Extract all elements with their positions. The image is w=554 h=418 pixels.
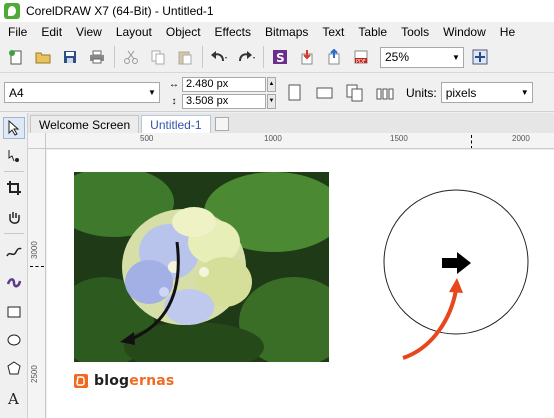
menu-text[interactable]: Text <box>314 25 350 39</box>
toolbox: A <box>0 113 28 418</box>
ruler-label: 1500 <box>390 134 408 143</box>
tab-welcome-screen[interactable]: Welcome Screen <box>30 115 140 133</box>
page-width-icon: ↔ <box>169 78 179 90</box>
import-icon[interactable] <box>296 46 318 68</box>
new-tab-icon[interactable] <box>214 117 229 131</box>
rectangle-tool-icon[interactable] <box>3 301 25 323</box>
polygon-tool-icon[interactable] <box>3 357 25 379</box>
toolbox-separator <box>4 233 24 234</box>
redo-icon[interactable] <box>235 46 257 68</box>
window-title: CorelDRAW X7 (64-Bit) - Untitled-1 <box>26 4 214 18</box>
property-bar: A4 ▼ ↔ 2.480 px ▲ ↕ 3.508 px ▼ Units: pi… <box>0 74 554 112</box>
svg-text:A: A <box>7 390 19 406</box>
menu-layout[interactable]: Layout <box>108 25 158 39</box>
height-spinner[interactable]: ▼ <box>267 93 276 109</box>
save-icon[interactable] <box>59 46 81 68</box>
menu-edit[interactable]: Edit <box>33 25 68 39</box>
export-pdf-icon[interactable]: PDF <box>350 46 372 68</box>
ruler-origin-icon[interactable] <box>28 133 46 149</box>
title-bar: CorelDRAW X7 (64-Bit) - Untitled-1 <box>0 0 554 22</box>
page-height-icon: ↕ <box>171 95 177 107</box>
orange-arrowhead <box>449 278 463 293</box>
page-width-field[interactable]: 2.480 px <box>182 76 266 92</box>
menu-tools[interactable]: Tools <box>393 25 435 39</box>
paste-icon[interactable] <box>174 46 196 68</box>
ruler-label: 2500 <box>30 365 39 383</box>
toolbar-separator <box>263 46 264 68</box>
toolbox-separator <box>4 171 24 172</box>
svg-text:S: S <box>276 51 285 65</box>
drawing-canvas[interactable]: blogernas <box>47 150 554 418</box>
open-folder-icon[interactable] <box>32 46 54 68</box>
page-size-value: A4 <box>9 85 24 100</box>
zoom-level-value: 25% <box>385 50 410 64</box>
full-screen-preview-icon[interactable] <box>469 46 491 68</box>
print-icon[interactable] <box>86 46 108 68</box>
menu-effects[interactable]: Effects <box>207 25 257 39</box>
menu-file[interactable]: File <box>0 25 33 39</box>
width-spinner[interactable]: ▲ <box>267 76 276 92</box>
ruler-cursor-marker <box>30 266 44 267</box>
ruler-label: 1000 <box>264 134 282 143</box>
cut-icon[interactable] <box>120 46 142 68</box>
export-icon[interactable] <box>323 46 345 68</box>
menu-object[interactable]: Object <box>158 25 207 39</box>
artistic-media-icon[interactable] <box>3 271 25 293</box>
shape-tool-icon[interactable] <box>3 145 25 167</box>
pick-tool-icon[interactable] <box>3 117 25 139</box>
menu-window[interactable]: Window <box>435 25 492 39</box>
ruler-label: 3000 <box>30 241 39 259</box>
crop-tool-icon[interactable] <box>3 177 25 199</box>
horizontal-ruler[interactable]: 500 1000 1500 2000 <box>46 133 554 149</box>
coreldraw-app-icon[interactable] <box>4 3 20 19</box>
document-tabs: Welcome Screen Untitled-1 <box>28 113 554 133</box>
units-label: Units: <box>406 85 437 100</box>
annotation-shapes <box>383 189 529 360</box>
standard-toolbar: S PDF 25% ▼ <box>0 42 554 73</box>
units-select[interactable]: pixels ▼ <box>440 82 533 103</box>
menu-help[interactable]: He <box>492 25 521 39</box>
chevron-down-icon[interactable]: ▼ <box>518 88 532 97</box>
ruler-cursor-marker <box>471 135 472 148</box>
page-size-select[interactable]: A4 ▼ <box>4 82 160 103</box>
chevron-down-icon[interactable]: ▼ <box>449 48 463 67</box>
undo-icon[interactable] <box>208 46 230 68</box>
portrait-icon[interactable] <box>284 82 306 104</box>
units-value: pixels <box>445 85 477 100</box>
page-height-field[interactable]: 3.508 px <box>182 93 266 109</box>
landscape-icon[interactable] <box>314 82 336 104</box>
current-page-icon[interactable] <box>374 82 396 104</box>
copy-icon[interactable] <box>147 46 169 68</box>
toolbar-separator <box>114 46 115 68</box>
corel-connect-icon[interactable]: S <box>269 46 291 68</box>
pan-hand-icon[interactable] <box>3 207 25 229</box>
menu-bar: File Edit View Layout Object Effects Bit… <box>0 22 554 42</box>
new-document-icon[interactable] <box>5 46 27 68</box>
vertical-ruler[interactable]: 3000 2500 <box>28 149 46 418</box>
orange-curve-arrow[interactable] <box>402 289 458 360</box>
zoom-level-select[interactable]: 25% ▼ <box>380 46 464 68</box>
svg-text:PDF: PDF <box>356 59 366 65</box>
black-arrow-shape[interactable] <box>442 252 471 274</box>
menu-view[interactable]: View <box>68 25 108 39</box>
chevron-down-icon[interactable]: ▼ <box>145 88 159 97</box>
page-dimensions: ↔ 2.480 px ▲ ↕ 3.508 px ▼ <box>168 76 276 109</box>
tab-untitled-1[interactable]: Untitled-1 <box>141 115 211 133</box>
toolbar-separator <box>202 46 203 68</box>
menu-table[interactable]: Table <box>350 25 393 39</box>
text-tool-icon[interactable]: A <box>3 387 25 409</box>
ellipse-tool-icon[interactable] <box>3 329 25 351</box>
ruler-label: 2000 <box>512 134 530 143</box>
ruler-label: 500 <box>140 134 154 143</box>
all-pages-icon[interactable] <box>344 82 366 104</box>
menu-bitmaps[interactable]: Bitmaps <box>257 25 314 39</box>
freehand-tool-icon[interactable] <box>3 241 25 263</box>
